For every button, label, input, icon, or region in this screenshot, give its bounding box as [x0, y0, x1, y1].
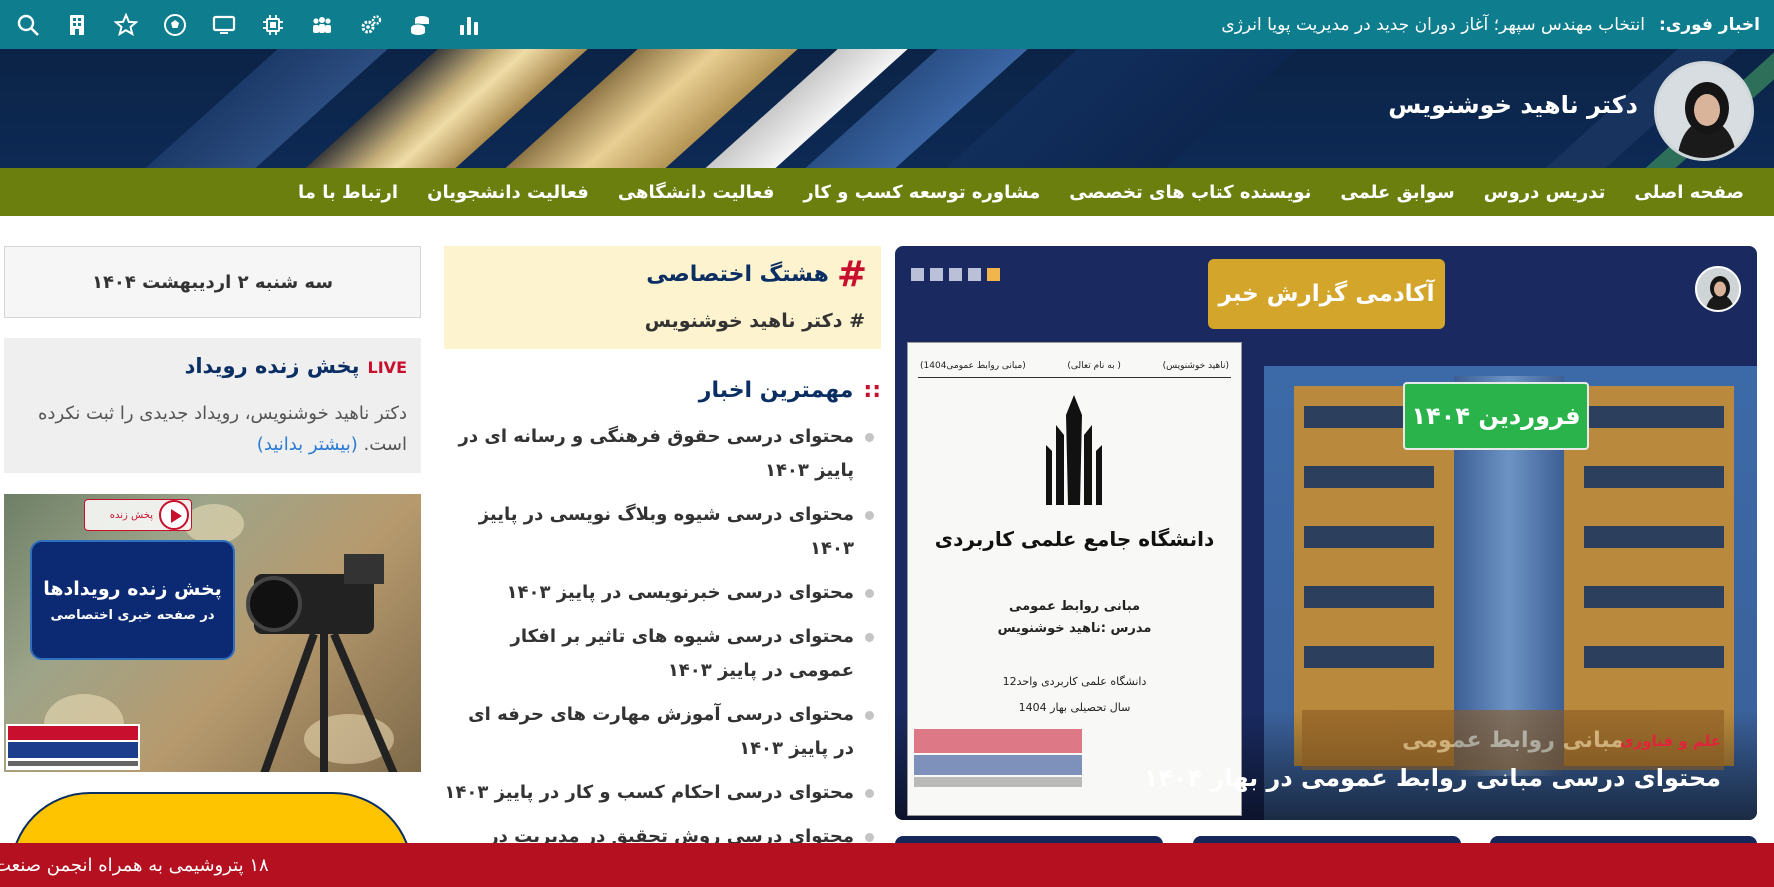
live-header: LIVE پخش زنده رویداد — [185, 354, 407, 378]
main-nav: صفحه اصلی تدریس دروس سوابق علمی نویسنده … — [0, 168, 1774, 216]
newsreport-logo-icon — [6, 724, 140, 770]
dots-icon: :: — [863, 378, 881, 403]
book-label-course: (مبانی روابط عمومی1404) — [920, 361, 1026, 371]
date-badge: فروردین ۱۴۰۴ — [1403, 382, 1589, 450]
nav-item-teaching[interactable]: تدریس دروس — [1484, 182, 1606, 203]
search-icon[interactable] — [16, 13, 40, 37]
top-news-title: مهمترین اخبار — [698, 378, 854, 403]
chip-icon[interactable] — [261, 13, 285, 37]
building-window — [1584, 526, 1724, 548]
promo-title: پخش زنده رویدادها — [43, 578, 222, 600]
slider-dot[interactable] — [968, 268, 981, 281]
soccer-ball-icon[interactable] — [163, 13, 187, 37]
live-badge: پخش زنده — [84, 499, 192, 531]
video-camera-icon — [246, 554, 398, 772]
building-window — [1584, 586, 1724, 608]
book-divider — [918, 377, 1231, 378]
nav-item-contact[interactable]: ارتباط با ما — [298, 182, 398, 203]
top-news-header: :: مهمترین اخبار — [699, 378, 881, 403]
live-promo-banner[interactable]: پخش زنده رویدادها در صفحه خبری اختصاصی پ… — [4, 494, 421, 772]
hashtag-link[interactable]: # دکتر ناهید خوشنویس — [645, 310, 865, 332]
slider-dot[interactable] — [930, 268, 943, 281]
nav-item-home[interactable]: صفحه اصلی — [1634, 182, 1744, 203]
breaking-news-label: اخبار فوری: — [1658, 14, 1760, 35]
newsreport-watermark-icon — [914, 729, 1082, 787]
book-unit: دانشگاه علمی کاربردی واحد12 — [1002, 675, 1147, 688]
news-item[interactable]: محتوای درسی احکام کسب و کار در پاییز ۱۴۰… — [444, 776, 874, 810]
building-window — [1584, 466, 1724, 488]
site-owner-name[interactable]: دکتر ناهید خوشنویس — [1388, 91, 1638, 119]
book-teacher: مدرس :ناهید خوشنویس — [997, 621, 1152, 636]
news-ticker: ۱۸ پتروشیمی به همراه انجمن صنعت — [0, 843, 1774, 887]
author-portrait-icon — [1697, 268, 1739, 310]
avatar-portrait-icon — [1657, 64, 1751, 158]
building-window — [1304, 586, 1434, 608]
hashtag-title: هشتگ اختصاصی — [646, 262, 829, 287]
live-promo-card: پخش زنده رویدادها در صفحه خبری اختصاصی — [30, 540, 235, 660]
book-label-basmala: ( به نام تعالی) — [1067, 361, 1121, 371]
breaking-news: اخبار فوری: انتخاب مهندس سپهر؛ آغاز دورا… — [1221, 0, 1760, 49]
gears-icon[interactable] — [359, 13, 383, 37]
monitor-icon[interactable] — [212, 13, 236, 37]
ticker-text[interactable]: ۱۸ پتروشیمی به همراه انجمن صنعت — [0, 843, 269, 887]
bar-chart-icon[interactable] — [457, 13, 481, 37]
building-window — [1584, 406, 1724, 428]
slider-dot[interactable] — [911, 268, 924, 281]
current-date: سه شنبه ۲ اردیبهشت ۱۴۰۴ — [4, 246, 421, 318]
live-text-wrap: دکتر ناهید خوشنویس، رویداد جدیدی را ثبت … — [18, 398, 407, 460]
news-item[interactable]: محتوای درسی خبرنویسی در پاییز ۱۴۰۳ — [444, 576, 874, 610]
owner-avatar[interactable] — [1654, 61, 1754, 161]
top-news-list: محتوای درسی حقوق فرهنگی و رسانه ای در پا… — [444, 420, 874, 887]
news-item[interactable]: محتوای درسی حقوق فرهنگی و رسانه ای در پا… — [444, 420, 874, 488]
header-banner: دکتر ناهید خوشنویس — [0, 49, 1774, 168]
slide-category[interactable]: علم و فناوری — [1620, 732, 1721, 750]
academy-badge: آکادمی گزارش خبر — [1208, 259, 1445, 329]
nav-item-consulting[interactable]: مشاوره توسعه کسب و کار — [803, 182, 1040, 203]
hashtag-box: # هشتگ اختصاصی # دکتر ناهید خوشنویس — [444, 246, 881, 349]
slide-book-cover: (ناهید خوشنویس) ( به نام تعالی) (مبانی ر… — [907, 342, 1242, 816]
play-icon — [159, 500, 189, 530]
live-tag: LIVE — [367, 358, 407, 377]
featured-slider[interactable]: مبانی روابط عمومی (ناهید خوشنویس) ( به ن… — [895, 246, 1757, 820]
hashtag-header: # هشتگ اختصاصی — [646, 254, 867, 295]
book-label-author: (ناهید خوشنویس) — [1162, 361, 1229, 371]
nav-item-university-activity[interactable]: فعالیت دانشگاهی — [618, 182, 775, 203]
book-year: سال تحصیلی بهار 1404 — [1018, 701, 1131, 714]
hashtag-icon: # — [836, 254, 867, 295]
nav-item-student-activity[interactable]: فعالیت دانشجویان — [427, 182, 589, 203]
breaking-news-text[interactable]: انتخاب مهندس سپهر؛ آغاز دوران جدید در مد… — [1221, 15, 1645, 35]
book-top-labels: (ناهید خوشنویس) ( به نام تعالی) (مبانی ر… — [920, 361, 1229, 371]
news-item[interactable]: محتوای درسی شیوه وبلاگ نویسی در پاییز ۱۴… — [444, 498, 874, 566]
coins-icon[interactable] — [408, 13, 432, 37]
star-icon[interactable] — [114, 12, 138, 37]
author-thumb[interactable] — [1695, 266, 1741, 312]
building-window — [1584, 646, 1724, 668]
news-item[interactable]: محتوای درسی شیوه های تاثیر بر افکار عموم… — [444, 620, 874, 688]
nav-item-academic-record[interactable]: سوابق علمی — [1340, 182, 1454, 203]
slider-dot-active[interactable] — [987, 268, 1000, 281]
bokeh — [184, 504, 244, 544]
university-logo-icon — [1046, 395, 1102, 505]
top-bar: اخبار فوری: انتخاب مهندس سپهر؛ آغاز دورا… — [0, 0, 1774, 49]
people-icon[interactable] — [310, 13, 334, 37]
building-icon[interactable] — [65, 13, 89, 37]
slider-dot[interactable] — [949, 268, 962, 281]
top-icon-bar — [16, 0, 481, 49]
live-event-box: LIVE پخش زنده رویداد دکتر ناهید خوشنویس،… — [4, 338, 421, 473]
news-item[interactable]: محتوای درسی آموزش مهارت های حرفه ای در پ… — [444, 698, 874, 766]
live-badge-label: پخش زنده — [109, 509, 153, 521]
live-title: پخش زنده رویداد — [184, 354, 360, 378]
promo-subtitle: در صفحه خبری اختصاصی — [50, 608, 215, 623]
slider-pagination — [911, 268, 1000, 281]
building-window — [1304, 466, 1434, 488]
book-university: دانشگاه جامع علمی کاربردی — [934, 527, 1215, 551]
slide-caption[interactable]: محتوای درسی مبانی روابط عمومی در بهار ۱۴… — [1144, 764, 1721, 792]
building-window — [1304, 646, 1434, 668]
learn-more-link[interactable]: (بیشتر بدانید) — [257, 434, 358, 455]
nav-item-books[interactable]: نویسنده کتاب های تخصصی — [1069, 182, 1311, 203]
book-title: مبانی روابط عمومی — [1008, 599, 1141, 614]
building-window — [1304, 526, 1434, 548]
